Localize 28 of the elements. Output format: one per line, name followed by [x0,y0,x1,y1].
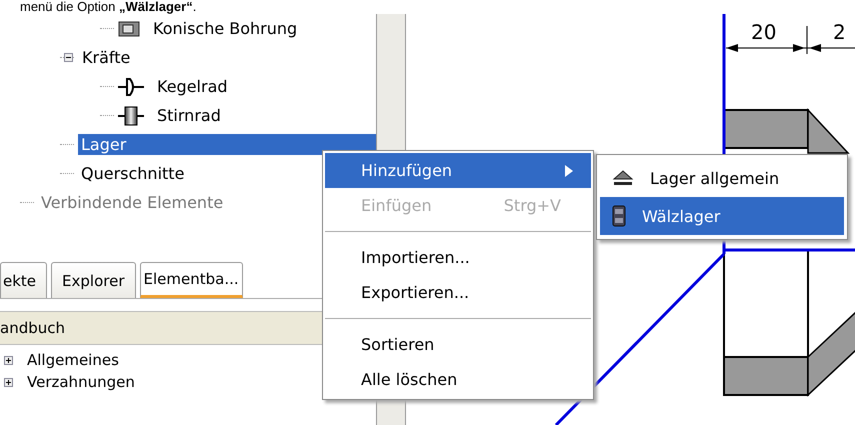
tab[interactable]: Elementba... [140,262,243,298]
spur-gear-icon [118,104,144,126]
expand-icon[interactable] [4,378,13,386]
bore-icon [118,20,140,38]
eject-shape-icon [612,169,634,187]
tree-item[interactable]: Verzahnungen [27,373,135,391]
caption-text: menü die Option „Wälzlager“. [19,0,198,14]
bevel-gear-icon [118,76,144,98]
collapse-icon[interactable] [64,53,73,62]
tree-item[interactable]: Kegelrad [154,76,231,97]
tree-item[interactable]: Querschnitte [78,163,188,184]
tree-item[interactable]: Allgemeines [27,351,119,369]
bearing-icon [612,205,626,227]
menu-item[interactable]: Alle löschen [325,362,591,397]
expand-icon[interactable] [4,356,13,364]
dimension-text: 2 [833,20,846,44]
tree-item[interactable]: Stirnrad [154,105,224,126]
menu-item[interactable]: Lager allgemein [600,159,844,197]
tree-item[interactable]: Kräfte [79,47,134,68]
menu-item[interactable]: Importieren... [325,240,591,275]
tab[interactable]: ekte [0,262,48,298]
tree-item[interactable]: Konische Bohrung [150,18,300,39]
menu-item[interactable]: Exportieren... [325,275,591,310]
dimension-text: 20 [751,20,776,44]
menu-item[interactable]: Wälzlager [600,197,844,235]
tab[interactable]: Explorer [51,262,136,298]
tree-item[interactable]: Lager [78,134,376,155]
menu-item[interactable]: Hinzufügen [325,153,591,188]
